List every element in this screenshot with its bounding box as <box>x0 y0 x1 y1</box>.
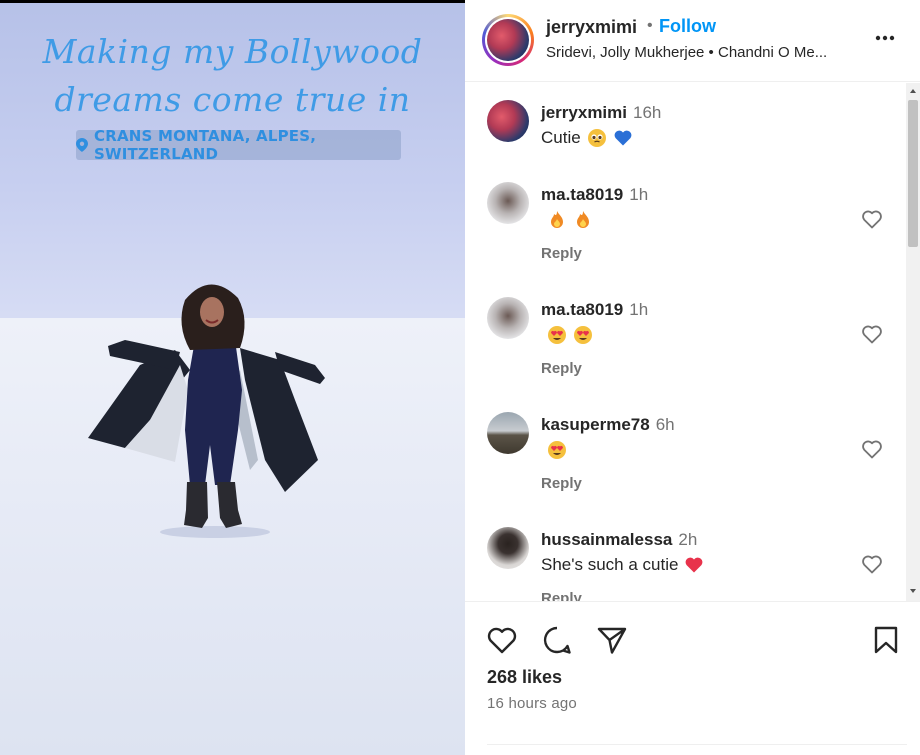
post-timestamp[interactable]: 16 hours ago <box>487 695 577 712</box>
comment-time: 6h <box>655 415 675 434</box>
like-comment-heart-icon[interactable] <box>860 322 884 346</box>
audio-attribution[interactable]: Sridevi, Jolly Mukherjee • Chandni O Me.… <box>546 44 866 61</box>
likes-count[interactable]: 268 likes <box>487 667 562 688</box>
post-details-panel: jerryxmimi • Follow Sridevi, Jolly Mukhe… <box>465 0 920 755</box>
author-username[interactable]: jerryxmimi <box>546 17 637 38</box>
author-avatar <box>487 19 529 61</box>
save-bookmark-icon[interactable] <box>869 623 903 657</box>
fire-emoji-icon <box>551 211 563 228</box>
header-separator: • <box>647 17 653 34</box>
location-sticker[interactable]: CRANS MONTANA, ALPES, SWITZERLAND <box>76 127 401 163</box>
post-media[interactable]: Making my Bollywood dreams come true in … <box>0 0 465 755</box>
caption-line-1: Making my Bollywood <box>42 32 423 71</box>
reply-button[interactable]: Reply <box>541 360 582 377</box>
comment-text: She's such a cutie <box>541 555 704 575</box>
follow-button[interactable]: Follow <box>659 16 716 37</box>
comments-list[interactable]: jerryxmimi 16h Cutie ma.ta8019 1h Reply <box>465 83 920 601</box>
commenter-avatar[interactable] <box>487 297 529 339</box>
location-text: CRANS MONTANA, ALPES, SWITZERLAND <box>94 127 317 163</box>
media-top-border <box>0 0 465 3</box>
commenter-username[interactable]: jerryxmimi <box>541 103 627 122</box>
commenter-avatar[interactable] <box>487 100 529 142</box>
reply-button[interactable]: Reply <box>541 475 582 492</box>
comment-time: 2h <box>678 530 698 549</box>
comment-header: kasuperme78 6h <box>541 415 675 435</box>
red-heart-emoji-icon <box>686 557 703 573</box>
comment-text: Cutie <box>541 128 633 148</box>
divider <box>487 744 907 745</box>
comment-text <box>541 210 593 230</box>
commenter-avatar[interactable] <box>487 412 529 454</box>
scroll-up-arrow-icon[interactable] <box>909 87 917 95</box>
like-comment-heart-icon[interactable] <box>860 552 884 576</box>
heart-eyes-emoji-icon <box>574 326 592 344</box>
share-send-icon[interactable] <box>595 623 629 657</box>
reply-button[interactable]: Reply <box>541 245 582 262</box>
comment-bubble-icon[interactable] <box>540 623 574 657</box>
commenter-avatar[interactable] <box>487 182 529 224</box>
blue-heart-emoji-icon <box>614 130 632 146</box>
like-comment-heart-icon[interactable] <box>860 437 884 461</box>
comment-text-content: She's such a cutie <box>541 555 679 574</box>
comment-header: ma.ta8019 1h <box>541 300 648 320</box>
commenter-username[interactable]: kasuperme78 <box>541 415 650 434</box>
comment-text <box>541 440 567 460</box>
pleading-face-emoji-icon <box>587 129 606 147</box>
comment-time: 1h <box>629 300 649 319</box>
comment-text-content: Cutie <box>541 128 581 147</box>
comment-header: hussainmalessa 2h <box>541 530 697 550</box>
heart-eyes-emoji-icon <box>548 326 566 344</box>
person-figure <box>88 284 325 538</box>
comment-text <box>541 325 593 345</box>
scroll-down-arrow-icon[interactable] <box>909 587 917 595</box>
commenter-avatar[interactable] <box>487 527 529 569</box>
comment-header: jerryxmimi 16h <box>541 103 661 123</box>
like-comment-heart-icon[interactable] <box>860 207 884 231</box>
commenter-username[interactable]: ma.ta8019 <box>541 185 623 204</box>
scrollbar-thumb[interactable] <box>908 100 918 247</box>
more-options-icon[interactable] <box>873 26 897 50</box>
reply-button[interactable]: Reply <box>541 590 582 601</box>
heart-eyes-emoji-icon <box>548 441 566 459</box>
post-header: jerryxmimi • Follow Sridevi, Jolly Mukhe… <box>465 0 920 82</box>
comment-header: ma.ta8019 1h <box>541 185 648 205</box>
comment-time: 1h <box>629 185 649 204</box>
caption-line-2: dreams come true in <box>54 80 411 119</box>
comments-scrollbar[interactable] <box>906 83 920 601</box>
commenter-username[interactable]: ma.ta8019 <box>541 300 623 319</box>
location-pin-icon <box>76 138 88 152</box>
commenter-username[interactable]: hussainmalessa <box>541 530 672 549</box>
like-heart-icon[interactable] <box>485 623 519 657</box>
author-story-ring[interactable] <box>482 14 534 66</box>
comment-time: 16h <box>633 103 662 122</box>
fire-emoji-icon <box>577 211 589 228</box>
